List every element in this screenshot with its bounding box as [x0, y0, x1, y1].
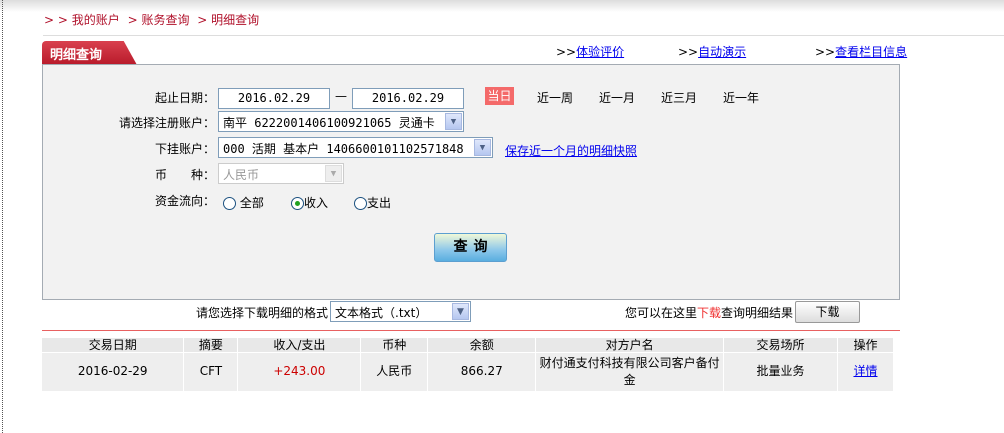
- range-year[interactable]: 近一年: [723, 89, 759, 106]
- format-select[interactable]: 文本格式（.txt） ▼: [330, 301, 471, 322]
- range-three-months[interactable]: 近三月: [661, 89, 697, 106]
- link-label[interactable]: 体验评价: [576, 45, 624, 59]
- currency-value: 人民币: [223, 168, 260, 182]
- range-month[interactable]: 近一月: [599, 89, 635, 106]
- cell-location: 批量业务: [723, 352, 838, 391]
- prefix: >>: [815, 45, 836, 59]
- link-label[interactable]: 自动演示: [698, 45, 746, 59]
- sub-account-select[interactable]: 000 活期 基本户 1406600101102571848 ▼: [218, 137, 493, 158]
- details-link[interactable]: 详情: [853, 364, 877, 378]
- cell-currency: 人民币: [360, 352, 429, 391]
- range-week[interactable]: 近一周: [537, 89, 573, 106]
- format-label: 请您选择下载明细的格式: [196, 306, 329, 320]
- currency-select: 人民币 ▼: [218, 163, 344, 184]
- cell-action: 详情: [837, 352, 895, 391]
- hint-text: 您可以在这里: [625, 306, 698, 320]
- radio-label: 收入: [304, 196, 329, 210]
- date-separator: —: [335, 89, 347, 103]
- account-select[interactable]: 南平 6222001406100921065 灵通卡 ▼: [218, 111, 464, 132]
- cell-balance: 866.27: [427, 352, 537, 391]
- detail-table: 交易日期 摘要 收入/支出 币种 余额 对方户名 交易场所 操作 2016-02…: [42, 338, 895, 391]
- radio-label: 支出: [367, 196, 392, 210]
- range-today[interactable]: 当日: [485, 87, 514, 105]
- cell-counterparty: 财付通支付科技有限公司客户备付金: [535, 352, 725, 391]
- breadcrumb: > > 我的账户 > 账务查询 > 明细查询: [44, 11, 263, 28]
- table-row: 2016-02-29 CFT +243.00 人民币 866.27 财付通支付科…: [42, 352, 895, 391]
- table-header-row: 交易日期 摘要 收入/支出 币种 余额 对方户名 交易场所 操作: [42, 338, 895, 353]
- cell-amount: +243.00: [237, 352, 362, 391]
- col-location: 交易场所: [723, 338, 838, 353]
- chevron-down-icon[interactable]: ▼: [445, 113, 462, 130]
- link-label[interactable]: 查看栏目信息: [835, 45, 907, 59]
- sub-account-label: 下挂账户：: [154, 142, 215, 156]
- radio-icon[interactable]: [223, 197, 236, 210]
- date-label: 起止日期：: [154, 91, 215, 105]
- account-value: 南平 6222001406100921065 灵通卡: [223, 116, 435, 130]
- cell-date: 2016-02-29: [42, 352, 185, 391]
- hint-text: 查询明细结果: [721, 306, 794, 320]
- breadcrumb-my-account[interactable]: > > 我的账户: [44, 13, 120, 27]
- col-amount: 收入/支出: [237, 338, 362, 353]
- chevron-down-icon[interactable]: ▼: [452, 303, 469, 320]
- divider: [42, 330, 900, 331]
- link-experience-review[interactable]: >>体验评价: [556, 43, 624, 60]
- prefix: >>: [556, 45, 577, 59]
- flow-income-radio[interactable]: 收入: [291, 194, 328, 211]
- divider: [43, 35, 1004, 36]
- flow-label: 资金流向：: [154, 194, 215, 208]
- save-snapshot-link[interactable]: 保存近一个月的明细快照: [505, 142, 637, 159]
- chevron-down-icon[interactable]: ▼: [474, 139, 491, 156]
- account-label: 请选择注册账户：: [118, 116, 215, 130]
- download-hint: 您可以在这里下载查询明细结果: [625, 304, 793, 321]
- col-balance: 余额: [427, 338, 537, 353]
- flow-all-radio[interactable]: 全部: [223, 194, 264, 211]
- cell-summary: CFT: [183, 352, 239, 391]
- start-date-input[interactable]: 2016.02.29: [218, 88, 330, 109]
- currency-label: 币 种：: [154, 168, 215, 182]
- col-currency: 币种: [360, 338, 429, 353]
- col-summary: 摘要: [183, 338, 239, 353]
- link-auto-demo[interactable]: >>自动演示: [678, 43, 746, 60]
- frame-border: [2, 0, 3, 433]
- download-button[interactable]: 下载: [795, 301, 860, 323]
- chevron-down-icon: ▼: [325, 165, 342, 182]
- breadcrumb-detail-query: > 明细查询: [197, 13, 260, 27]
- col-date: 交易日期: [42, 338, 185, 353]
- radio-icon[interactable]: [354, 197, 367, 210]
- hint-highlight: 下载: [697, 306, 722, 320]
- query-button[interactable]: 查询: [434, 233, 507, 262]
- flow-expense-radio[interactable]: 支出: [354, 194, 391, 211]
- format-value: 文本格式（.txt）: [335, 306, 428, 320]
- end-date-input[interactable]: 2016.02.29: [352, 88, 464, 109]
- breadcrumb-account-query[interactable]: > 账务查询: [128, 13, 190, 27]
- sub-account-value: 000 活期 基本户 1406600101102571848: [223, 142, 464, 156]
- col-action: 操作: [837, 338, 895, 353]
- radio-checked-icon[interactable]: [291, 197, 304, 210]
- prefix: >>: [678, 45, 699, 59]
- tab-detail-query[interactable]: 明细查询: [42, 41, 137, 65]
- col-counterparty: 对方户名: [535, 338, 725, 353]
- radio-label: 全部: [239, 196, 264, 210]
- link-column-info[interactable]: >>查看栏目信息: [815, 43, 907, 60]
